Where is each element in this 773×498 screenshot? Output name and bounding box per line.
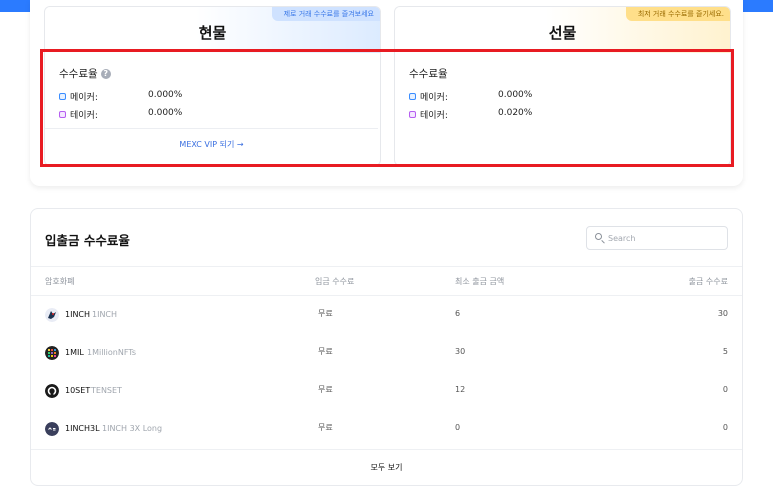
divider (31, 449, 742, 450)
search-icon (595, 233, 602, 240)
divider (31, 295, 742, 296)
table-row-name: 1MillionNFTs (87, 348, 137, 357)
table-row-withdraw-fee: 0 (722, 385, 728, 394)
deposit-withdraw-title: 입출금 수수료율 (45, 233, 130, 248)
column-header-min-withdraw: 최소 출금 금액 (455, 277, 505, 286)
search-input[interactable] (608, 230, 720, 246)
table-row-deposit-fee: 무료 (318, 347, 333, 356)
table-row-min-withdraw: 12 (455, 385, 466, 394)
see-all-link[interactable]: 모두 보기 (0, 462, 773, 473)
column-header-withdraw-fee: 출금 수수료 (688, 277, 728, 286)
leveraged-token-icon (45, 421, 59, 440)
table-row-min-withdraw: 0 (455, 423, 461, 432)
table-row-name: 1INCH 3X Long (102, 424, 163, 433)
spot-card-header: 현물 제로 거래 수수료를 즐겨보세요 (45, 7, 380, 53)
table-row-symbol[interactable]: 10SET (65, 386, 90, 395)
table-row-symbol[interactable]: 1INCH3L (65, 424, 100, 433)
search-box[interactable] (586, 226, 728, 250)
column-header-crypto: 암호화폐 (45, 277, 75, 286)
futures-card-header: 선물 최저 거래 수수료를 즐기세요. (395, 7, 730, 53)
futures-title: 선물 (548, 24, 577, 42)
table-row-min-withdraw: 6 (455, 309, 461, 318)
futures-promo-badge: 최저 거래 수수료를 즐기세요. (625, 7, 730, 21)
column-header-deposit-fee: 입금 수수료 (315, 277, 355, 286)
table-row-name: TENSET (91, 386, 122, 395)
table-row-withdraw-fee: 0 (722, 423, 728, 432)
tenset-ring-icon (45, 383, 59, 402)
pixel-grid-icon (45, 345, 59, 364)
table-row-deposit-fee: 무료 (318, 309, 333, 318)
1inch-unicorn-icon (45, 307, 59, 326)
table-row-deposit-fee: 무료 (318, 385, 333, 394)
table-row-withdraw-fee: 5 (722, 347, 728, 356)
table-row-symbol[interactable]: 1MIL (65, 348, 84, 357)
table-row-deposit-fee: 무료 (318, 423, 333, 432)
table-row-withdraw-fee: 30 (717, 309, 728, 318)
table-row-symbol[interactable]: 1INCH (65, 310, 90, 319)
spot-promo-badge: 제로 거래 수수료를 즐겨보세요 (271, 7, 380, 21)
divider (31, 266, 742, 267)
spot-title: 현물 (198, 24, 227, 42)
table-row-min-withdraw: 30 (455, 347, 466, 356)
table-row-name: 1INCH (92, 310, 118, 319)
highlight-box (40, 49, 734, 167)
